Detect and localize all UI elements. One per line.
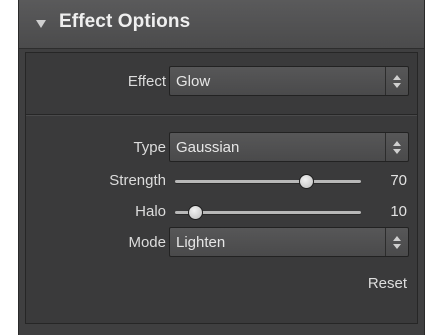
up-down-arrows-icon[interactable] xyxy=(385,133,408,161)
mode-select-value: Lighten xyxy=(176,234,226,251)
mode-select[interactable]: Lighten xyxy=(169,227,409,257)
effect-select[interactable]: Glow xyxy=(169,66,409,96)
mode-label: Mode xyxy=(128,234,166,251)
up-down-arrows-icon[interactable] xyxy=(385,67,408,95)
panel-header[interactable]: Effect Options xyxy=(19,0,424,49)
strength-slider-track[interactable] xyxy=(175,180,361,183)
collapse-triangle-icon[interactable] xyxy=(36,20,46,28)
strength-slider[interactable] xyxy=(175,174,361,190)
type-label: Type xyxy=(133,139,166,156)
section-divider xyxy=(26,114,417,115)
effect-select-value: Glow xyxy=(176,73,211,90)
halo-label: Halo xyxy=(135,203,166,220)
halo-slider[interactable] xyxy=(175,205,361,221)
halo-slider-track[interactable] xyxy=(175,211,361,214)
type-select-value: Gaussian xyxy=(176,139,240,156)
strength-label: Strength xyxy=(109,172,166,189)
type-select[interactable]: Gaussian xyxy=(169,132,409,162)
effect-options-panel: Effect Options Effect Glow Type Gaussian… xyxy=(18,0,425,335)
panel-body: Effect Glow Type Gaussian Strength 70 Ha… xyxy=(25,52,418,324)
reset-button[interactable]: Reset xyxy=(368,275,407,292)
panel-title: Effect Options xyxy=(59,11,191,32)
halo-slider-knob[interactable] xyxy=(187,205,203,220)
effect-label: Effect xyxy=(127,73,166,90)
strength-value: 70 xyxy=(390,172,407,189)
halo-value: 10 xyxy=(390,203,407,220)
strength-slider-knob[interactable] xyxy=(299,174,315,189)
up-down-arrows-icon[interactable] xyxy=(385,228,408,256)
